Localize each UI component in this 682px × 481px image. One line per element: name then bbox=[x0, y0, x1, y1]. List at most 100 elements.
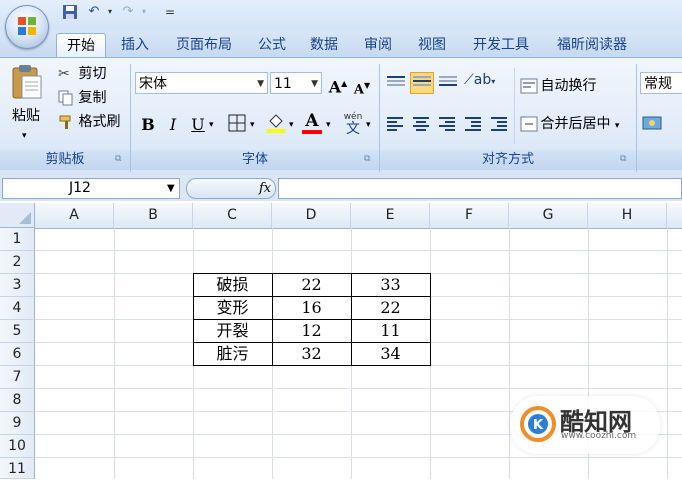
phonetic-guide-button[interactable]: wén 文 bbox=[340, 112, 366, 136]
tab-page-layout[interactable]: 页面布局 bbox=[165, 33, 243, 57]
font-size-dropdown-icon[interactable]: ▼ bbox=[311, 73, 318, 95]
row-header-3[interactable]: 3 bbox=[0, 274, 35, 297]
orientation-button[interactable]: ⟋ab▾ bbox=[464, 72, 498, 94]
wrap-text-button[interactable]: 自动换行 bbox=[520, 76, 596, 96]
italic-button[interactable]: I bbox=[161, 114, 185, 136]
shrink-font-button[interactable]: A▼ bbox=[350, 74, 374, 97]
cell-e5[interactable]: 11 bbox=[351, 320, 430, 343]
accounting-format-button[interactable] bbox=[642, 114, 670, 136]
font-color-swatch bbox=[302, 130, 322, 134]
font-size-combo[interactable]: 11 ▼ bbox=[270, 72, 322, 94]
cell-d6[interactable]: 32 bbox=[272, 343, 351, 366]
column-header-g[interactable]: G bbox=[509, 203, 588, 228]
borders-dropdown-icon[interactable]: ▾ bbox=[250, 120, 255, 130]
formula-input[interactable] bbox=[278, 178, 682, 199]
increase-indent-button[interactable] bbox=[488, 114, 512, 136]
fx-icon[interactable]: fx bbox=[259, 179, 271, 198]
grow-font-button[interactable]: A▲ bbox=[326, 72, 350, 96]
cell-c6[interactable]: 脏污 bbox=[193, 343, 272, 366]
row-header-1[interactable]: 1 bbox=[0, 228, 35, 251]
undo-icon[interactable]: ↶ bbox=[86, 4, 102, 20]
number-format-combo[interactable]: 常规 bbox=[640, 72, 682, 94]
row-header-6[interactable]: 6 bbox=[0, 343, 35, 366]
font-name-combo[interactable]: 宋体 ▼ bbox=[135, 72, 268, 94]
cell-e3[interactable]: 33 bbox=[351, 274, 430, 297]
redo-icon[interactable]: ↷ bbox=[120, 4, 136, 20]
fill-color-dropdown-icon[interactable]: ▾ bbox=[289, 120, 294, 130]
font-dialog-launcher-icon[interactable]: ⧉ bbox=[364, 154, 370, 164]
row-header-5[interactable]: 5 bbox=[0, 320, 35, 343]
align-top-button[interactable] bbox=[384, 72, 408, 94]
cell-c5[interactable]: 开裂 bbox=[193, 320, 272, 343]
tab-view[interactable]: 视图 bbox=[410, 33, 454, 57]
name-box-dropdown-icon[interactable]: ▼ bbox=[167, 179, 175, 198]
font-name-dropdown-icon[interactable]: ▼ bbox=[257, 73, 264, 95]
office-logo-icon bbox=[18, 17, 36, 35]
row-header-9[interactable]: 9 bbox=[0, 412, 35, 435]
column-header-f[interactable]: F bbox=[430, 203, 509, 228]
column-header-e[interactable]: E bbox=[351, 203, 430, 228]
customize-qat-icon[interactable]: = bbox=[162, 4, 178, 20]
inner-separator bbox=[514, 68, 515, 144]
number-group-label bbox=[637, 150, 682, 170]
name-box[interactable]: J12 ▼ bbox=[2, 178, 180, 199]
underline-button[interactable]: U bbox=[186, 114, 210, 136]
cell-e4[interactable]: 22 bbox=[351, 297, 430, 320]
tab-data[interactable]: 数据 bbox=[302, 33, 346, 57]
align-middle-button[interactable] bbox=[410, 72, 434, 94]
align-center-button[interactable] bbox=[410, 114, 434, 136]
cell-e6[interactable]: 34 bbox=[351, 343, 430, 366]
select-all-corner[interactable] bbox=[0, 203, 35, 228]
align-right-button[interactable] bbox=[436, 114, 460, 136]
format-painter-button[interactable]: 格式刷 bbox=[58, 112, 120, 132]
cell-d3[interactable]: 22 bbox=[272, 274, 351, 297]
row-header-8[interactable]: 8 bbox=[0, 389, 35, 412]
fill-color-button[interactable] bbox=[264, 112, 288, 134]
decrease-indent-button[interactable] bbox=[462, 114, 486, 136]
column-header-h[interactable]: H bbox=[588, 203, 667, 228]
font-color-button[interactable]: A bbox=[300, 110, 324, 134]
wrap-text-label: 自动换行 bbox=[540, 78, 597, 94]
cell-c3[interactable]: 破损 bbox=[193, 274, 272, 297]
undo-dropdown-icon[interactable]: ▾ bbox=[102, 4, 118, 20]
phonetic-dropdown-icon[interactable]: ▾ bbox=[366, 120, 371, 130]
paste-dropdown-icon[interactable]: ▾ bbox=[22, 126, 27, 146]
redo-dropdown-icon[interactable]: ▾ bbox=[136, 4, 152, 20]
row-header-2[interactable]: 2 bbox=[0, 251, 35, 274]
borders-button[interactable] bbox=[225, 114, 249, 136]
insert-function-area[interactable]: fx bbox=[186, 178, 276, 199]
row-header-7[interactable]: 7 bbox=[0, 366, 35, 389]
tab-foxit-reader[interactable]: 福昕阅读器 bbox=[546, 33, 638, 57]
save-icon[interactable] bbox=[62, 4, 78, 20]
tab-review[interactable]: 审阅 bbox=[356, 33, 400, 57]
font-size-value: 11 bbox=[274, 76, 292, 92]
clipboard-dialog-launcher-icon[interactable]: ⧉ bbox=[115, 154, 121, 164]
paste-icon[interactable] bbox=[10, 64, 44, 100]
row-header-11[interactable]: 11 bbox=[0, 458, 35, 479]
tab-formulas[interactable]: 公式 bbox=[250, 33, 294, 57]
column-header-c[interactable]: C bbox=[193, 203, 272, 228]
align-bottom-button[interactable] bbox=[436, 72, 460, 94]
cut-button[interactable]: ✂ 剪切 bbox=[58, 64, 106, 84]
tab-home[interactable]: 开始 bbox=[56, 33, 106, 58]
column-header-d[interactable]: D bbox=[272, 203, 351, 228]
tab-developer[interactable]: 开发工具 bbox=[462, 33, 540, 57]
merge-center-button[interactable]: 合并后居中 ▾ bbox=[520, 114, 619, 136]
paste-button[interactable]: 粘贴 bbox=[12, 106, 40, 126]
row-header-4[interactable]: 4 bbox=[0, 297, 35, 320]
cell-d5[interactable]: 12 bbox=[272, 320, 351, 343]
cell-d4[interactable]: 16 bbox=[272, 297, 351, 320]
tab-insert[interactable]: 插入 bbox=[112, 33, 158, 57]
align-left-button[interactable] bbox=[384, 114, 408, 136]
bold-button[interactable]: B bbox=[136, 114, 160, 136]
underline-dropdown-icon[interactable]: ▾ bbox=[209, 120, 214, 130]
svg-text:K: K bbox=[533, 418, 544, 433]
alignment-dialog-launcher-icon[interactable]: ⧉ bbox=[620, 154, 626, 164]
copy-button[interactable]: 复制 bbox=[58, 88, 106, 108]
row-header-10[interactable]: 10 bbox=[0, 435, 35, 458]
cell-c4[interactable]: 变形 bbox=[193, 297, 272, 320]
office-button[interactable] bbox=[5, 5, 49, 49]
font-color-dropdown-icon[interactable]: ▾ bbox=[326, 120, 331, 130]
column-header-a[interactable]: A bbox=[35, 203, 114, 228]
column-header-b[interactable]: B bbox=[114, 203, 193, 228]
